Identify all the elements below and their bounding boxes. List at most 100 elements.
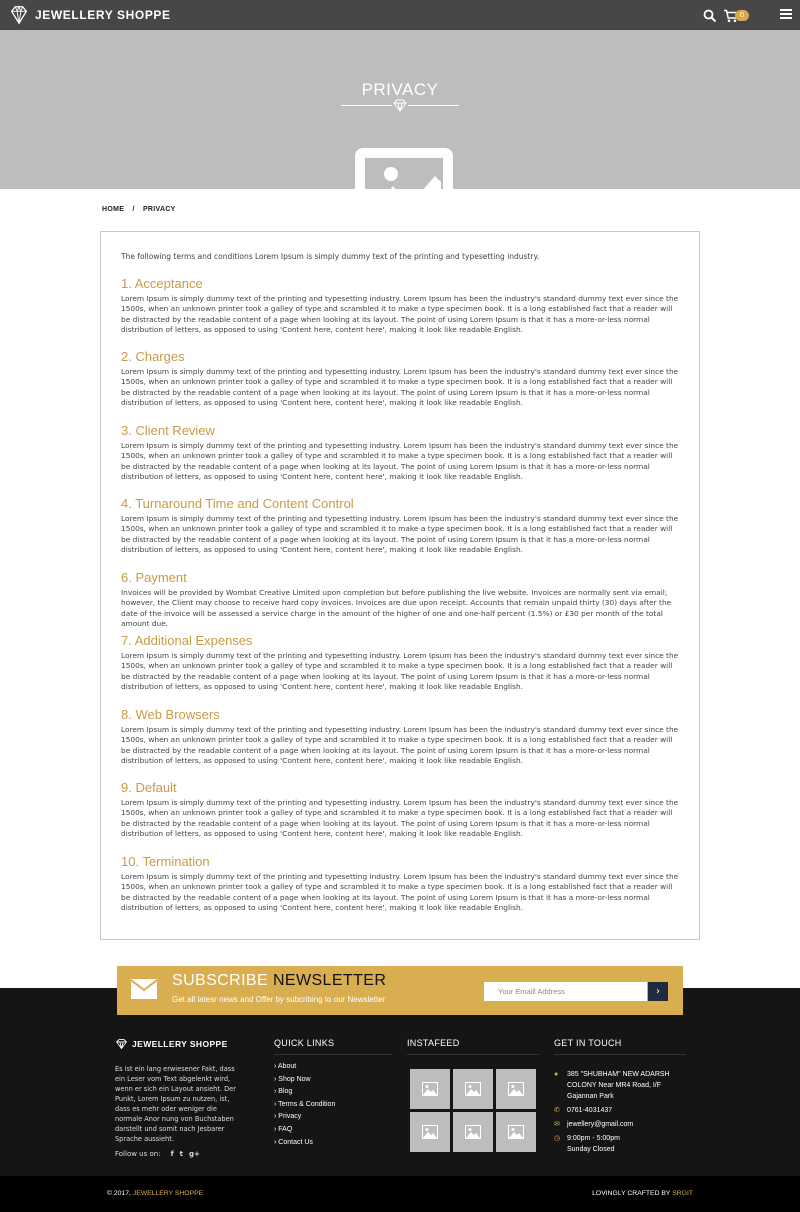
credit-text: LOVINGLY CRAFTED BY SRGIT xyxy=(592,1190,693,1197)
section-heading: 6. Payment xyxy=(121,570,187,585)
quick-links-list: › About › Shop Now › Blog › Terms & Cond… xyxy=(274,1061,392,1149)
heading-divider xyxy=(274,1054,392,1055)
diamond-divider-icon xyxy=(393,99,407,112)
diamond-logo-icon xyxy=(10,5,28,25)
breadcrumb-home-link[interactable]: HOME xyxy=(102,206,124,213)
copyright-brand-link[interactable]: JEWELLERY SHOPPE xyxy=(133,1190,203,1197)
twitter-icon[interactable]: t xyxy=(180,1150,183,1158)
section-body: Lorem Ipsum is simply dummy text of the … xyxy=(121,294,679,335)
policy-section: 2. Charges Lorem Ipsum is simply dummy t… xyxy=(121,349,681,409)
contact-hours: ◷ 9:00pm - 5:00pm Sunday Closed xyxy=(554,1133,686,1155)
intro-text: The following terms and conditions Lorem… xyxy=(121,252,540,261)
address-line: 385 "SHUBHAM" NEW ADARSH xyxy=(567,1071,670,1078)
breadcrumb: HOME / PRIVACY xyxy=(102,206,176,213)
brand-name: JEWELLERY SHOPPE xyxy=(35,8,171,22)
instafeed-thumbnail[interactable] xyxy=(496,1069,536,1109)
instafeed-thumbnail[interactable] xyxy=(410,1069,450,1109)
footer-link-shop-now[interactable]: › Shop Now xyxy=(274,1074,392,1087)
section-heading: 3. Client Review xyxy=(121,423,215,438)
newsletter-subtitle: Get all latesr news and Offer by subcrib… xyxy=(172,995,386,1004)
image-placeholder-icon xyxy=(365,158,443,189)
section-body: Lorem Ipsum is simply dummy text of the … xyxy=(121,367,679,408)
section-heading: 2. Charges xyxy=(121,349,185,364)
footer-link-about[interactable]: › About xyxy=(274,1061,392,1074)
contact-address: ● 385 "SHUBHAM" NEW ADARSH COLONY Near M… xyxy=(554,1069,686,1102)
instafeed-thumbnail[interactable] xyxy=(453,1069,493,1109)
title-divider-right xyxy=(408,105,459,106)
policy-section: 7. Additional Expenses Lorem Ipsum is si… xyxy=(121,633,681,693)
section-body: Lorem Ipsum is simply dummy text of the … xyxy=(121,441,679,482)
credit-brand-link[interactable]: SRGIT xyxy=(672,1190,693,1197)
footer-link-terms[interactable]: › Terms & Condition xyxy=(274,1099,392,1112)
image-icon xyxy=(508,1082,524,1096)
newsletter-banner: SUBSCRIBE NEWSLETTER Get all latesr news… xyxy=(117,966,683,1015)
map-pin-icon: ● xyxy=(554,1071,559,1078)
policy-section: 1. Acceptance Lorem Ipsum is simply dumm… xyxy=(121,276,681,336)
contact-phone: ✆ 0761-4031437 xyxy=(554,1105,686,1116)
policy-section: 4. Turnaround Time and Content Control L… xyxy=(121,496,681,556)
image-placeholder xyxy=(355,148,453,189)
brand-logo[interactable]: JEWELLERY SHOPPE xyxy=(8,4,171,26)
footer-link-faq[interactable]: › FAQ xyxy=(274,1124,392,1137)
closed-day: Sunday Closed xyxy=(567,1146,615,1153)
footer-link-blog[interactable]: › Blog xyxy=(274,1086,392,1099)
section-body: Lorem Ipsum is simply dummy text of the … xyxy=(121,872,679,913)
section-heading: 7. Additional Expenses xyxy=(121,633,253,648)
image-icon xyxy=(422,1125,438,1139)
policy-section: 3. Client Review Lorem Ipsum is simply d… xyxy=(121,423,681,483)
email-address[interactable]: jewellery@gmail.com xyxy=(567,1119,633,1130)
section-heading: 1. Acceptance xyxy=(121,276,203,291)
copyright-text: © 2017, JEWELLERY SHOPPE xyxy=(107,1190,204,1197)
get-in-touch-heading: GET IN TOUCH xyxy=(554,1038,622,1048)
search-icon[interactable] xyxy=(703,9,717,23)
section-body: Lorem Ipsum is simply dummy text of the … xyxy=(121,798,679,839)
phone-icon: ✆ xyxy=(554,1107,560,1114)
newsletter-email-input[interactable] xyxy=(484,982,647,1001)
footer-contact-column: GET IN TOUCH ● 385 "SHUBHAM" NEW ADARSH … xyxy=(554,1038,686,1155)
policy-section: 10. Termination Lorem Ipsum is simply du… xyxy=(121,854,681,914)
page-hero-banner: PRIVACY xyxy=(0,30,800,189)
footer-link-privacy[interactable]: › Privacy xyxy=(274,1111,392,1124)
heading-divider xyxy=(554,1054,686,1055)
privacy-content-panel: The following terms and conditions Lorem… xyxy=(100,231,700,940)
newsletter-submit-button[interactable]: › xyxy=(648,982,668,1001)
footer-brand[interactable]: JEWELLERY SHOPPE xyxy=(115,1038,250,1050)
quick-links-heading: QUICK LINKS xyxy=(274,1038,335,1048)
breadcrumb-separator: / xyxy=(132,206,135,213)
social-links: Follow us on: f t g+ xyxy=(115,1150,250,1158)
envelope-icon: ✉ xyxy=(554,1121,560,1128)
instafeed-thumbnail[interactable] xyxy=(410,1112,450,1152)
policy-section: 6. Payment Invoices will be provided by … xyxy=(121,570,681,630)
phone-number[interactable]: 0761-4031437 xyxy=(567,1105,612,1116)
instafeed-thumbnail[interactable] xyxy=(453,1112,493,1152)
image-icon xyxy=(465,1125,481,1139)
section-heading: 9. Default xyxy=(121,780,177,795)
breadcrumb-current: PRIVACY xyxy=(142,206,176,213)
address-line: COLONY Near MR4 Road, I/F xyxy=(567,1082,662,1089)
section-body: Invoices will be provided by Wombat Crea… xyxy=(121,588,672,629)
instafeed-thumbnail[interactable] xyxy=(496,1112,536,1152)
section-body: Lorem Ipsum is simply dummy text of the … xyxy=(121,651,679,692)
image-icon xyxy=(422,1082,438,1096)
facebook-icon[interactable]: f xyxy=(171,1150,174,1158)
section-body: Lorem Ipsum is simply dummy text of the … xyxy=(121,725,679,766)
cart-count-badge: 0 xyxy=(735,10,749,21)
hamburger-menu-icon[interactable] xyxy=(780,8,792,20)
footer-link-contact[interactable]: › Contact Us xyxy=(274,1137,392,1150)
google-plus-icon[interactable]: g+ xyxy=(189,1150,200,1158)
heading-divider xyxy=(407,1054,539,1055)
follow-label: Follow us on: xyxy=(115,1150,161,1158)
section-heading: 10. Termination xyxy=(121,854,210,869)
footer-about-column: JEWELLERY SHOPPE Es ist ein lang erwiese… xyxy=(115,1038,250,1158)
copyright-bar: © 2017, JEWELLERY SHOPPE LOVINGLY CRAFTE… xyxy=(0,1176,800,1212)
footer-instafeed-column: INSTAFEED xyxy=(407,1038,539,1152)
address-line: Gajannan Park xyxy=(567,1093,614,1100)
opening-hours: 9:00pm - 5:00pm xyxy=(567,1135,620,1142)
policy-section: 8. Web Browsers Lorem Ipsum is simply du… xyxy=(121,707,681,767)
instafeed-heading: INSTAFEED xyxy=(407,1038,460,1048)
contact-email: ✉ jewellery@gmail.com xyxy=(554,1119,686,1130)
policy-section: 9. Default Lorem Ipsum is simply dummy t… xyxy=(121,780,681,840)
section-heading: 4. Turnaround Time and Content Control xyxy=(121,496,354,511)
envelope-icon xyxy=(131,979,157,999)
site-footer: JEWELLERY SHOPPE Es ist ein lang erwiese… xyxy=(0,988,800,1176)
